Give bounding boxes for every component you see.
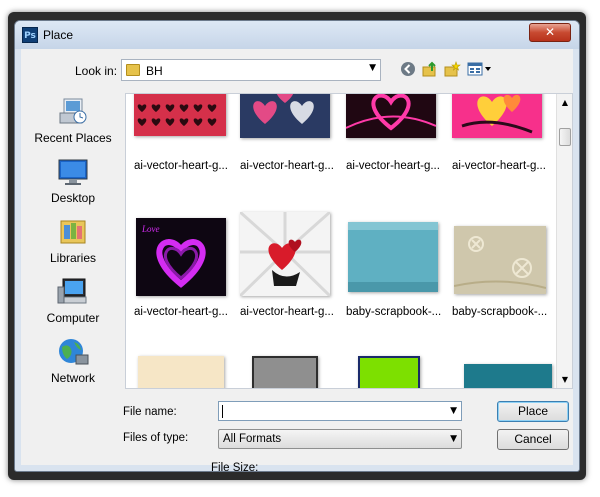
chevron-down-icon: ▼: [450, 434, 457, 444]
file-name-label: baby-scrapbook-...: [452, 306, 548, 318]
place-recent-places[interactable]: Recent Places: [21, 97, 125, 145]
file-thumbnail[interactable]: [358, 356, 420, 388]
up-folder-icon[interactable]: [421, 61, 439, 79]
filetype-value: All Formats: [223, 433, 282, 445]
place-libraries[interactable]: Libraries: [21, 217, 125, 265]
file-name-label: ai-vector-heart-g...: [240, 160, 334, 172]
file-thumbnail[interactable]: [138, 356, 224, 388]
vertical-scrollbar[interactable]: ▲ ▼: [556, 94, 572, 388]
file-thumbnail[interactable]: [453, 226, 547, 294]
new-folder-icon[interactable]: [443, 61, 461, 79]
place-label: Recent Places: [34, 131, 112, 145]
window-title: Place: [43, 28, 74, 42]
chevron-down-icon: ▼: [369, 63, 376, 73]
file-thumbnail[interactable]: [252, 356, 318, 388]
network-icon: [56, 337, 90, 367]
dialog-body: Look in: BH ▼ Recent Places Desktop Libr…: [21, 49, 573, 471]
svg-text:Love: Love: [141, 224, 160, 234]
filename-input[interactable]: ▼: [218, 401, 462, 421]
file-name-label: ai-vector-heart-g...: [134, 160, 228, 172]
close-button[interactable]: ✕: [529, 23, 571, 42]
place-label: Network: [50, 371, 95, 385]
file-thumbnail[interactable]: [134, 94, 226, 136]
folder-icon: [126, 64, 140, 76]
recent-places-icon: [56, 97, 90, 127]
filename-label: File name:: [123, 406, 177, 418]
scroll-down-icon[interactable]: ▼: [557, 375, 572, 384]
file-name-label: ai-vector-heart-g...: [346, 160, 440, 172]
scroll-up-icon[interactable]: ▲: [557, 98, 572, 107]
place-label: Computer: [46, 311, 100, 325]
file-name-label: ai-vector-heart-g...: [452, 160, 546, 172]
photoshop-icon: Ps: [22, 27, 38, 43]
chevron-down-icon[interactable]: ▼: [450, 406, 457, 416]
views-menu-icon[interactable]: [467, 61, 493, 79]
back-icon[interactable]: [399, 61, 417, 79]
place-dialog: Ps Place ✕ Look in: BH ▼ Recent Places D…: [14, 20, 580, 472]
lookin-value: BH: [146, 64, 163, 78]
file-thumbnail[interactable]: [345, 94, 437, 138]
filetype-select[interactable]: All Formats ▼: [218, 429, 462, 449]
file-list-view[interactable]: ai-vector-heart-g... ai-vector-heart-g..…: [125, 93, 573, 389]
place-label: Desktop: [50, 191, 96, 205]
file-name-label: baby-scrapbook-...: [346, 306, 442, 318]
title-bar[interactable]: Ps Place ✕: [15, 21, 579, 49]
place-label: Libraries: [49, 251, 97, 265]
file-thumbnail[interactable]: [348, 222, 438, 292]
cancel-button[interactable]: Cancel: [497, 429, 569, 450]
file-name-label: ai-vector-heart-g...: [240, 306, 334, 318]
lookin-label: Look in:: [75, 64, 118, 78]
places-bar: Recent Places Desktop Libraries Computer: [21, 93, 125, 463]
file-name-label: ai-vector-heart-g...: [134, 306, 228, 318]
libraries-icon: [56, 217, 90, 247]
scrollbar-thumb[interactable]: [559, 128, 571, 146]
place-button[interactable]: Place: [497, 401, 569, 422]
file-thumbnail[interactable]: Love: [136, 218, 226, 296]
file-thumbnail[interactable]: [464, 364, 552, 388]
place-desktop[interactable]: Desktop: [21, 157, 125, 205]
file-thumbnail[interactable]: [238, 210, 332, 298]
file-thumbnail[interactable]: [240, 94, 330, 138]
filetype-label: Files of type:: [123, 432, 189, 444]
text-caret: [222, 405, 223, 418]
place-computer[interactable]: Computer: [21, 277, 125, 325]
filesize-label: File Size:: [211, 462, 259, 472]
computer-icon: [56, 277, 90, 307]
place-network[interactable]: Network: [21, 337, 125, 385]
file-thumbnail[interactable]: [452, 94, 542, 138]
lookin-dropdown[interactable]: BH ▼: [121, 59, 381, 81]
desktop-icon: [56, 157, 90, 187]
